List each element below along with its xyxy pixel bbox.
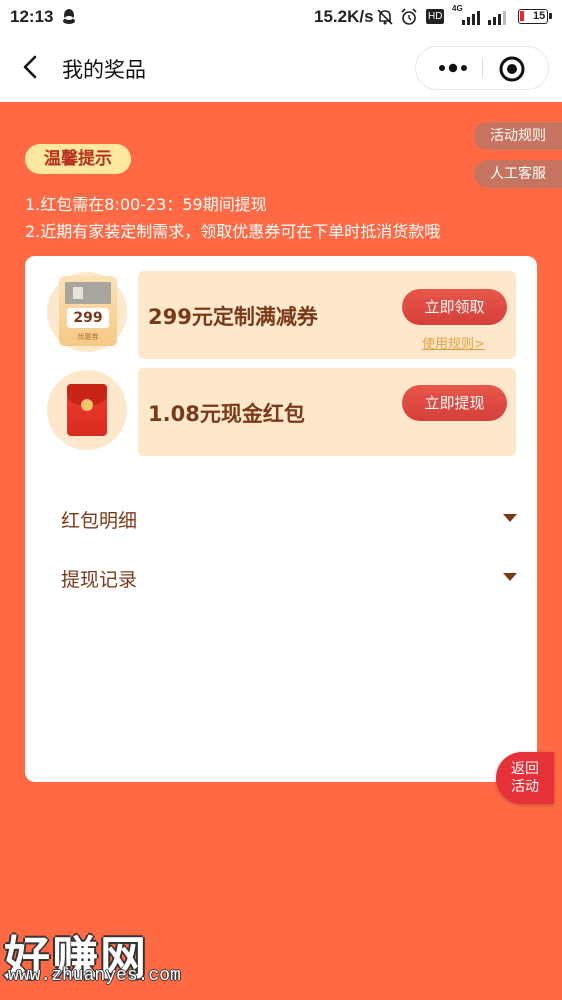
return-activity-button[interactable]: 返回 活动 [496,752,554,804]
prize-card: 299 优惠券 299元定制满减券 立即领取 使用规则> 1.08元现金红包 立… [25,256,537,782]
withdraw-record-row[interactable]: 提现记录 [61,559,519,599]
prize-item-coupon: 299元定制满减券 立即领取 使用规则> [138,271,516,359]
alarm-icon [401,8,417,25]
coupon-image-sub: 优惠券 [77,333,99,341]
page-title: 我的奖品 [62,58,146,82]
signal-icon-2 [488,11,506,25]
chevron-down-icon [503,514,517,522]
customer-service-tab[interactable]: 人工客服 [474,160,562,188]
redpacket-detail-row[interactable]: 红包明细 [61,500,519,540]
battery-level: 15 [533,10,546,22]
coupon-image-value: 299 [67,308,109,328]
nav-bar: 我的奖品 [0,34,562,102]
signal-icon [462,11,480,25]
watermark-url: www.zhuanyes.com [8,966,181,986]
withdraw-button[interactable]: 立即提现 [402,385,507,421]
battery-icon: 15 [518,9,552,24]
prize-name: 1.08元现金红包 [148,402,305,426]
red-envelope-icon [67,384,107,436]
bell-off-icon [377,9,393,25]
withdraw-record-label: 提现记录 [61,569,138,591]
status-bar: 12:13 15.2K/s HD 4G 15 [0,0,562,34]
prize-name: 299元定制满减券 [148,305,318,329]
usage-rules-link[interactable]: 使用规则> [422,333,485,352]
close-target-icon[interactable] [496,53,528,85]
return-line-2: 活动 [511,779,539,795]
more-dots-icon[interactable] [428,51,478,85]
mini-program-capsule [415,46,549,90]
net-speed: 15.2K/s [314,7,374,26]
tip-line-1: 1.红包需在8:00-23：59期间提现 [25,195,267,214]
coupon-image: 299 优惠券 [59,276,117,346]
claim-button[interactable]: 立即领取 [402,289,507,325]
hd-badge: HD [426,9,445,24]
coupon-thumbnail: 299 优惠券 [47,272,127,352]
back-arrow-icon[interactable] [16,52,46,82]
chevron-down-icon [503,573,517,581]
red-envelope-seal [81,399,93,411]
qq-icon [63,9,75,24]
status-icons: HD 4G 15 [376,4,556,26]
redpacket-thumbnail [47,370,127,450]
coupon-room-image [65,282,111,304]
watermark: 好赚网 www.zhuanyes.com [0,922,200,992]
capsule-divider [482,58,483,78]
prize-item-cash: 1.08元现金红包 立即提现 [138,368,516,456]
tip-line-2: 2.近期有家装定制需求，领取优惠券可在下单时抵消货款哦 [25,222,441,241]
redpacket-detail-label: 红包明细 [61,510,138,532]
return-line-1: 返回 [511,761,539,777]
activity-rules-tab[interactable]: 活动规则 [474,122,562,150]
tip-badge: 温馨提示 [25,144,131,174]
status-time: 12:13 [10,7,54,26]
